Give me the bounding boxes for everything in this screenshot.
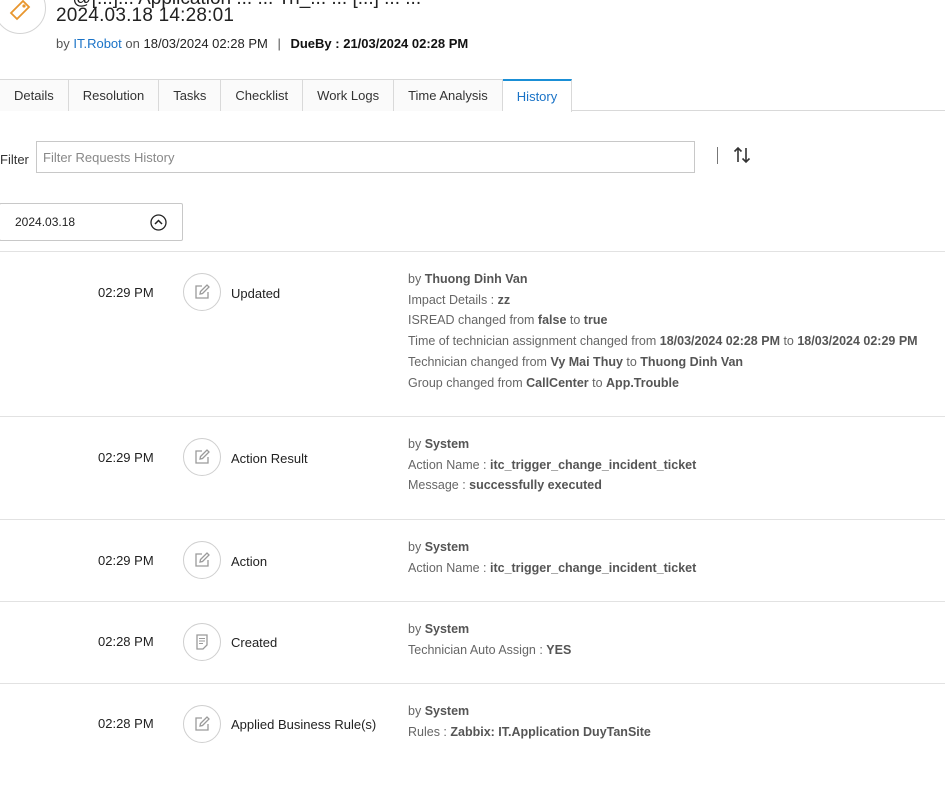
request-title-date: 2024.03.18 14:28:01 (56, 5, 235, 26)
entry-details: by System Action Name : itc_trigger_chan… (408, 537, 696, 578)
divider (0, 601, 945, 602)
tab-details[interactable]: Details (0, 79, 69, 111)
dueby-label: DueBy : (290, 36, 340, 51)
detail-line: by System (408, 622, 470, 636)
tab-tasks[interactable]: Tasks (159, 79, 222, 111)
request-meta: by IT.Robot on 18/03/2024 02:28 PM | Due… (56, 36, 468, 51)
detail-line: Technician Auto Assign : YES (408, 642, 572, 657)
detail-line: Rules : Zabbix: IT.Application DuyTanSit… (408, 724, 651, 739)
entry-time: 02:29 PM (98, 450, 154, 465)
tab-bar: Details Resolution Tasks Checklist Work … (0, 79, 945, 112)
entry-details: by System Rules : Zabbix: IT.Application… (408, 701, 651, 742)
detail-line: by Thuong Dinh Van (408, 272, 528, 286)
detail-line: by System (408, 437, 470, 451)
sort-icon[interactable] (731, 144, 753, 166)
entry-time: 02:29 PM (98, 553, 154, 568)
detail-line: Time of technician assignment changed fr… (408, 334, 918, 349)
tab-history[interactable]: History (502, 79, 573, 112)
filter-label: Filter (0, 152, 29, 167)
edit-icon (183, 541, 221, 579)
entry-action: Applied Business Rule(s) (231, 717, 377, 732)
divider (0, 683, 945, 684)
tab-resolution[interactable]: Resolution (68, 79, 160, 111)
entry-details: by System Action Name : itc_trigger_chan… (408, 434, 696, 496)
detail-line: Action Name : itc_trigger_change_inciden… (408, 457, 697, 472)
tab-work-logs[interactable]: Work Logs (303, 79, 395, 111)
toolbar-divider (717, 147, 718, 164)
tab-checklist[interactable]: Checklist (221, 79, 304, 111)
edit-icon (183, 438, 221, 476)
entry-details: by System Technician Auto Assign : YES (408, 619, 571, 660)
entry-action: Action Result (231, 451, 308, 466)
meta-separator: | (277, 36, 281, 51)
detail-line: by System (408, 704, 470, 718)
entry-action: Created (231, 635, 278, 650)
entry-time: 02:28 PM (98, 634, 154, 649)
divider (0, 251, 945, 252)
detail-line: Message : successfully executed (408, 478, 602, 493)
document-icon (183, 623, 221, 661)
date-group-label: 2024.03.18 (15, 215, 76, 229)
entry-details: by Thuong Dinh Van Impact Details : zz I… (408, 269, 918, 393)
edit-icon (183, 273, 221, 311)
detail-line: Impact Details : zz (408, 292, 511, 307)
entry-action: Updated (231, 286, 281, 301)
detail-line: Action Name : itc_trigger_change_inciden… (408, 560, 697, 575)
entry-time: 02:29 PM (98, 285, 154, 300)
detail-line: Technician changed from Vy Mai Thuy to T… (408, 354, 744, 369)
tab-time-analysis[interactable]: Time Analysis (394, 79, 503, 111)
by-label: by (56, 36, 70, 51)
chevron-up-icon (150, 214, 167, 231)
filter-history-input[interactable] (36, 141, 695, 173)
detail-line: by System (408, 540, 470, 554)
created-date: 18/03/2024 02:28 PM (143, 36, 268, 51)
date-group-toggle[interactable]: 2024.03.18 (0, 203, 183, 241)
on-label: on (125, 36, 140, 51)
detail-line: ISREAD changed from false to true (408, 313, 608, 328)
detail-line: Group changed from CallCenter to App.Tro… (408, 375, 679, 390)
divider (0, 416, 945, 417)
edit-icon (183, 705, 221, 743)
author-link[interactable]: IT.Robot (73, 36, 121, 51)
entry-time: 02:28 PM (98, 716, 154, 731)
ticket-icon (0, 0, 46, 34)
divider (0, 519, 945, 520)
entry-action: Action (231, 554, 268, 569)
dueby-value: 21/03/2024 02:28 PM (343, 36, 469, 51)
